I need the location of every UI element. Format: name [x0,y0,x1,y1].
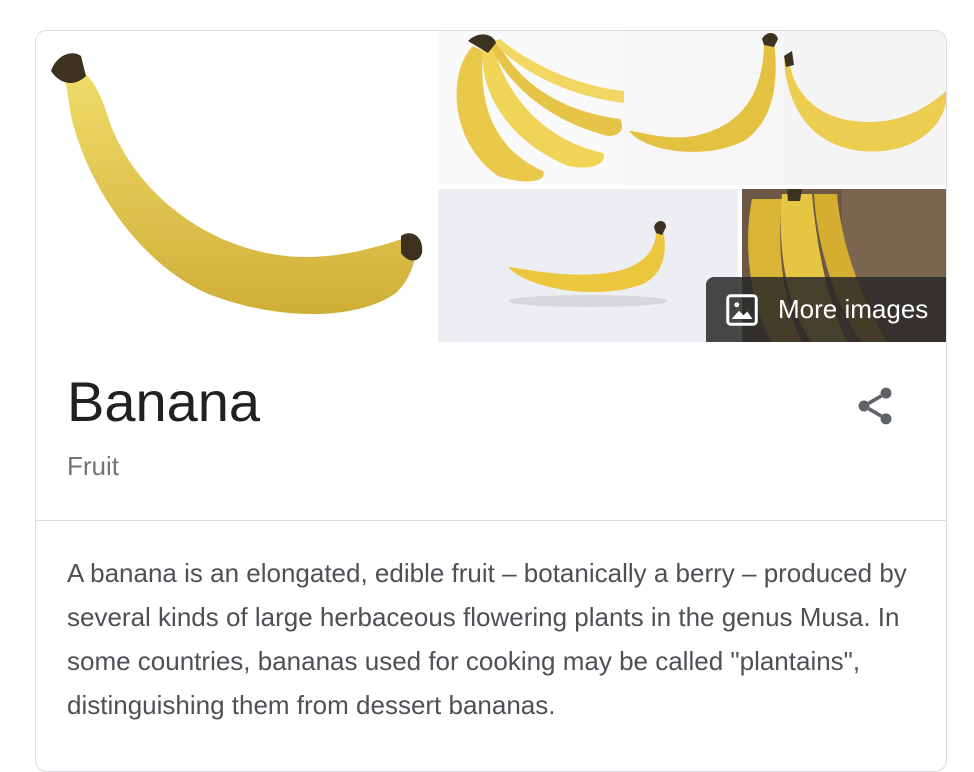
entity-description: A banana is an elongated, edible fruit –… [67,558,907,720]
more-images-button[interactable]: More images [706,277,946,342]
entity-subtitle: Fruit [67,451,119,481]
banana-bunch-illustration [456,34,624,182]
side-banana-illustration [784,51,946,152]
share-icon [858,387,892,425]
floor-banana-image[interactable] [438,189,738,342]
banana-illustration [51,53,423,314]
main-banana-image[interactable] [36,31,438,342]
banana-bunch-image[interactable] [438,31,624,185]
section-divider [36,520,946,521]
image-icon [724,292,760,328]
floor-banana-illustration [508,221,668,307]
curved-banana-illustration [629,33,778,152]
share-button[interactable] [853,384,897,428]
entity-title: Banana [67,370,261,433]
knowledge-panel-card: More images Banana Fruit A banana is an … [35,30,947,772]
side-banana-image[interactable] [784,31,946,185]
more-images-label: More images [778,294,929,324]
curved-banana-image[interactable] [624,31,784,185]
